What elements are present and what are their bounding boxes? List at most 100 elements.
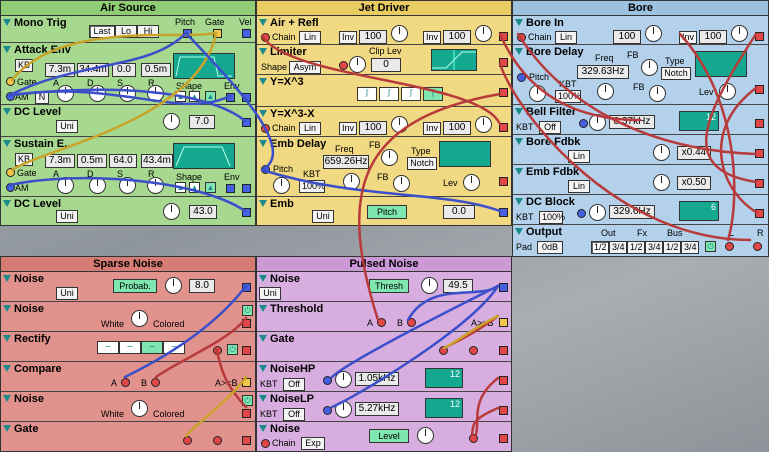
gain2-value[interactable]: 100 <box>443 121 471 135</box>
air-refl-module[interactable]: Air + Refl Chain Lin Inv 100 Inv 100 <box>257 16 511 45</box>
freq-value[interactable]: 329.6Hz <box>609 205 655 219</box>
out-port[interactable] <box>755 149 764 158</box>
shape-lin-icon[interactable]: ▲ <box>175 182 186 193</box>
out-port[interactable] <box>499 177 508 186</box>
module-name[interactable]: Emb Fdbk <box>526 166 579 178</box>
freq-mod-port[interactable] <box>579 119 588 128</box>
inv2-button[interactable]: Inv <box>423 122 441 135</box>
power-icon[interactable]: ⏻ <box>227 344 238 355</box>
uni-button[interactable]: Uni <box>56 210 78 223</box>
module-menu-icon[interactable] <box>259 425 267 432</box>
gate-in-port[interactable] <box>6 168 15 177</box>
chain-in-port[interactable] <box>261 33 270 42</box>
module-menu-icon[interactable] <box>3 200 11 207</box>
l-in-port[interactable] <box>725 242 734 251</box>
rect-full-pos-icon[interactable]: ∼ <box>141 341 163 354</box>
emb-delay-module[interactable]: Emb Delay Pitch KBT 100% Freq 659.26Hz F… <box>257 137 511 197</box>
module-menu-icon[interactable] <box>259 48 267 55</box>
lev-knob[interactable] <box>719 83 736 100</box>
gate-module[interactable]: Gate <box>257 332 511 362</box>
out-port[interactable] <box>499 123 508 132</box>
kbt-value[interactable]: 100% <box>299 180 325 193</box>
lin-button[interactable]: Lin <box>299 31 321 44</box>
b-in-port[interactable] <box>151 378 160 387</box>
fb-knob[interactable] <box>641 59 658 76</box>
lin-button[interactable]: Lin <box>568 180 590 193</box>
freq-value[interactable]: 8.37kHz <box>609 115 655 129</box>
fx-12-button[interactable]: 1/2 <box>627 241 645 254</box>
level-value[interactable]: 43.0 <box>189 205 217 219</box>
rect-full-neg-icon[interactable]: ∼ <box>163 341 185 354</box>
release-value[interactable]: 0.5m <box>141 63 171 77</box>
pitch-in-port[interactable] <box>517 73 526 82</box>
fb2-knob[interactable] <box>649 85 666 102</box>
out-port[interactable] <box>755 119 764 128</box>
noisehp-module[interactable]: NoiseHP KBT Off 1.05kHz 12 <box>257 362 511 392</box>
module-menu-icon[interactable] <box>259 305 267 312</box>
attack-knob[interactable] <box>57 85 74 102</box>
kbt-value[interactable]: Off <box>283 408 305 421</box>
prob-knob[interactable] <box>165 277 182 294</box>
pitch-in-port[interactable] <box>261 165 270 174</box>
out-port[interactable] <box>499 406 508 415</box>
release-knob[interactable] <box>147 177 164 194</box>
module-menu-icon[interactable] <box>259 365 267 372</box>
freq-mod-port[interactable] <box>577 209 586 218</box>
emb-out-port[interactable] <box>499 208 508 217</box>
out-port[interactable] <box>499 88 508 97</box>
module-menu-icon[interactable] <box>3 108 11 115</box>
attack-value[interactable]: 7.3m <box>45 63 75 77</box>
chain-in-port[interactable] <box>261 124 270 133</box>
module-name[interactable]: Threshold <box>270 303 323 315</box>
bus-34-button[interactable]: 3/4 <box>681 241 699 254</box>
threshold-module[interactable]: Threshold A B A>=B <box>257 302 511 332</box>
module-name[interactable]: DC Block <box>526 196 575 208</box>
module-menu-icon[interactable] <box>3 425 11 432</box>
module-menu-icon[interactable] <box>3 19 11 26</box>
noise-module[interactable]: Noise Uni Thresh 49.5 <box>257 272 511 302</box>
freq-value[interactable]: 659.26Hz <box>323 155 369 169</box>
dc-out-port[interactable] <box>242 208 251 217</box>
gate-in2-port[interactable] <box>469 346 478 355</box>
level-knob[interactable] <box>163 113 180 130</box>
out-port[interactable] <box>755 209 764 218</box>
gain2-knob[interactable] <box>475 25 492 42</box>
attack-value[interactable]: 7.3m <box>45 154 75 168</box>
emb-fdbk-module[interactable]: Emb Fdbk Lin x0.50 <box>513 165 768 195</box>
bus-12-button[interactable]: 1/2 <box>663 241 681 254</box>
uni-button[interactable]: Uni <box>259 287 281 300</box>
curve-1-icon[interactable]: ∫ <box>357 87 377 101</box>
kbt-value[interactable]: 100% <box>539 211 565 224</box>
attack-env-module[interactable]: Attack Env KB Gate AM N 7.3m 34.4m 0.0 0… <box>1 43 255 105</box>
b-in-port[interactable] <box>407 318 416 327</box>
gain-knob[interactable] <box>653 144 670 161</box>
dc-level-1-module[interactable]: DC Level Uni 7.0 <box>1 105 255 137</box>
module-name[interactable]: Sustain E.. <box>14 138 70 150</box>
module-name[interactable]: Bore Fdbk <box>526 136 580 148</box>
level-knob[interactable] <box>163 203 180 220</box>
gate-in1-port[interactable] <box>439 346 448 355</box>
freq-mod-port[interactable] <box>323 406 332 415</box>
level-button[interactable]: Level <box>369 429 409 443</box>
gate-in1-port[interactable] <box>183 436 192 445</box>
decay-knob[interactable] <box>89 177 106 194</box>
module-menu-icon[interactable] <box>259 395 267 402</box>
out-port[interactable] <box>242 319 251 328</box>
module-menu-icon[interactable] <box>515 228 523 235</box>
out-port[interactable] <box>499 376 508 385</box>
gate-module[interactable]: Gate <box>1 422 255 452</box>
emb-module[interactable]: Emb Uni Pitch 0.0 <box>257 197 511 226</box>
a-in-port[interactable] <box>121 378 130 387</box>
inv1-button[interactable]: Inv <box>339 31 357 44</box>
module-name[interactable]: Gate <box>270 333 294 345</box>
in-port[interactable] <box>213 346 222 355</box>
pitch-knob[interactable] <box>529 85 546 102</box>
curve-3-icon[interactable]: ∫ <box>401 87 421 101</box>
mono-trig-module[interactable]: Mono Trig Pitch Gate Vel Last Lo Hi <box>1 16 255 43</box>
dc-out-port[interactable] <box>242 118 251 127</box>
env-out2-port[interactable] <box>242 184 251 193</box>
freq-mod-port[interactable] <box>323 376 332 385</box>
power-icon[interactable]: ⏻ <box>242 395 253 406</box>
fb-knob[interactable] <box>381 149 398 166</box>
module-menu-icon[interactable] <box>3 305 11 312</box>
